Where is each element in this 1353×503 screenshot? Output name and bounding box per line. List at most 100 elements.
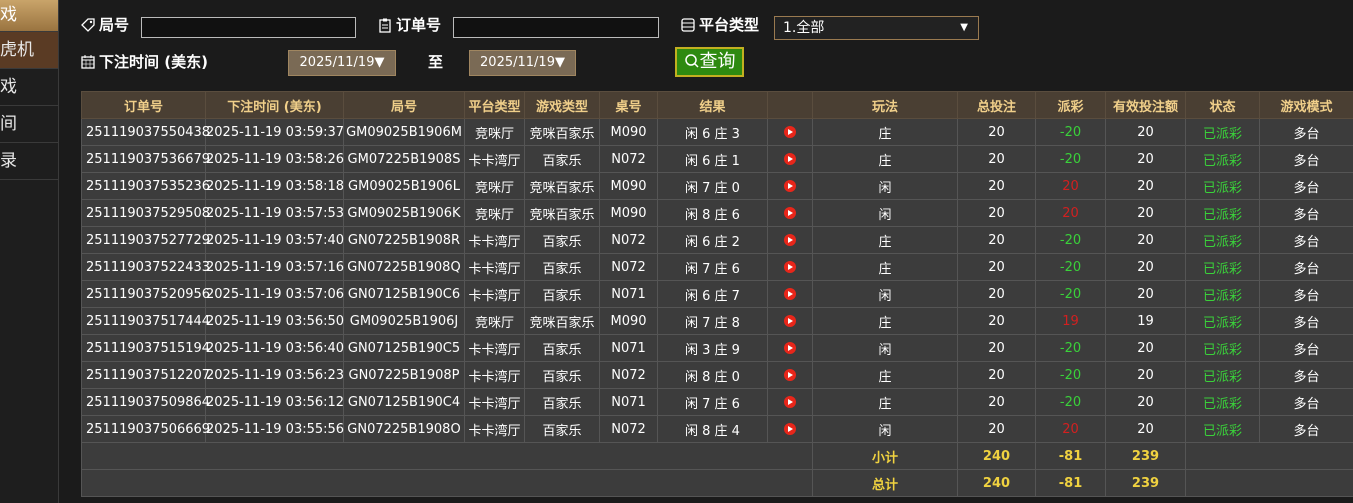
total-bet-cell: 20 bbox=[957, 334, 1036, 362]
platform-cell: 卡卡湾厅 bbox=[464, 361, 525, 389]
play-icon[interactable] bbox=[784, 423, 796, 435]
play-icon[interactable] bbox=[784, 180, 796, 192]
status-cell: 已派彩 bbox=[1185, 280, 1260, 308]
play-icon[interactable] bbox=[784, 396, 796, 408]
game-mode-cell: 多台 bbox=[1259, 172, 1353, 200]
round-id-cell: GN07225B1908R bbox=[343, 226, 465, 254]
play-icon[interactable] bbox=[784, 234, 796, 246]
bet-type-cell: 闲 bbox=[812, 199, 958, 227]
platform-cell: 卡卡湾厅 bbox=[464, 388, 525, 416]
valid-bet-cell: 20 bbox=[1105, 172, 1186, 200]
calendar-icon bbox=[81, 54, 95, 69]
search-icon bbox=[684, 54, 699, 68]
table-row: 251119037522433 2025-11-19 03:57:16 GN0722… bbox=[81, 253, 1353, 281]
bet-time-cell: 2025-11-19 03:56:40 bbox=[205, 334, 344, 362]
play-icon[interactable] bbox=[784, 126, 796, 138]
result-cell: 闲 8 庄 4 bbox=[657, 415, 768, 443]
column-header-7 bbox=[767, 91, 813, 119]
round-id-cell: GN07125B190C6 bbox=[343, 280, 465, 308]
bet-time-cell: 2025-11-19 03:56:23 bbox=[205, 361, 344, 389]
payout-cell: 20 bbox=[1035, 199, 1106, 227]
game-mode-cell: 多台 bbox=[1259, 253, 1353, 281]
valid-bet-cell: 20 bbox=[1105, 226, 1186, 254]
sidebar-item-label: 戏 bbox=[0, 77, 17, 97]
status-cell: 已派彩 bbox=[1185, 307, 1260, 335]
platform-select[interactable]: 1.全部 ▼ bbox=[774, 16, 979, 40]
round-label: 局号 bbox=[80, 14, 129, 35]
game-type-cell: 百家乐 bbox=[524, 280, 600, 308]
summary-filler bbox=[1185, 469, 1353, 497]
play-icon[interactable] bbox=[784, 261, 796, 273]
date-to-picker[interactable]: 2025/11/19▼ bbox=[469, 50, 576, 76]
round-id-cell: GN07225B1908P bbox=[343, 361, 465, 389]
bet-time-cell: 2025-11-19 03:56:50 bbox=[205, 307, 344, 335]
total-bet-cell: 20 bbox=[957, 253, 1036, 281]
game-type-cell: 竞咪百家乐 bbox=[524, 118, 600, 146]
play-icon[interactable] bbox=[784, 288, 796, 300]
platform-cell: 竞咪厅 bbox=[464, 307, 525, 335]
sidebar-item-label: 戏 bbox=[0, 5, 17, 25]
date-from-picker[interactable]: 2025/11/19▼ bbox=[288, 50, 396, 76]
valid-bet-cell: 20 bbox=[1105, 118, 1186, 146]
platform-cell: 卡卡湾厅 bbox=[464, 280, 525, 308]
orders-table-container: 订单号 下注时间 (美东) 局号 平台类型 游戏类型 桌号 结果 玩法 总投注 派彩 有效投注额 状态… bbox=[81, 91, 1353, 497]
sidebar-item-0[interactable]: 戏 bbox=[0, 0, 58, 32]
total-row: 总计 240 -81 239 bbox=[81, 469, 1353, 497]
game-mode-cell: 多台 bbox=[1259, 280, 1353, 308]
total-bet-cell: 20 bbox=[957, 415, 1036, 443]
valid-bet-cell: 20 bbox=[1105, 145, 1186, 173]
replay-cell bbox=[767, 388, 813, 416]
query-button[interactable]: 查询 bbox=[675, 47, 744, 77]
sidebar-item-2[interactable]: 戏 bbox=[0, 69, 58, 106]
summary-payout: -81 bbox=[1035, 469, 1106, 497]
game-mode-cell: 多台 bbox=[1259, 145, 1353, 173]
bet-time-cell: 2025-11-19 03:57:06 bbox=[205, 280, 344, 308]
result-cell: 闲 8 庄 6 bbox=[657, 199, 768, 227]
order-input[interactable] bbox=[453, 17, 659, 38]
result-cell: 闲 3 庄 9 bbox=[657, 334, 768, 362]
play-icon[interactable] bbox=[784, 207, 796, 219]
sidebar-item-label: 录 bbox=[0, 151, 17, 171]
table-row: 251119037517444 2025-11-19 03:56:50 GM0902… bbox=[81, 307, 1353, 335]
round-id-cell: GM09025B1906M bbox=[343, 118, 465, 146]
table-row: 251119037550438 2025-11-19 03:59:37 GM0902… bbox=[81, 118, 1353, 146]
play-icon[interactable] bbox=[784, 342, 796, 354]
valid-bet-cell: 20 bbox=[1105, 388, 1186, 416]
tag-icon bbox=[81, 17, 95, 32]
clipboard-icon bbox=[379, 18, 391, 33]
sidebar-item-4[interactable]: 录 bbox=[0, 143, 58, 180]
platform-cell: 卡卡湾厅 bbox=[464, 145, 525, 173]
table-row: 251119037535236 2025-11-19 03:58:18 GM0902… bbox=[81, 172, 1353, 200]
result-cell: 闲 7 庄 6 bbox=[657, 253, 768, 281]
sidebar-item-3[interactable]: 间 bbox=[0, 106, 58, 143]
table-no-cell: N072 bbox=[599, 361, 658, 389]
table-no-cell: N072 bbox=[599, 226, 658, 254]
order-id-cell: 251119037517444 bbox=[81, 307, 210, 335]
play-icon[interactable] bbox=[784, 369, 796, 381]
play-icon[interactable] bbox=[784, 153, 796, 165]
round-input[interactable] bbox=[141, 17, 356, 38]
bet-type-cell: 庄 bbox=[812, 226, 958, 254]
column-header-0: 订单号 bbox=[81, 91, 206, 119]
table-no-cell: N072 bbox=[599, 415, 658, 443]
game-mode-cell: 多台 bbox=[1259, 334, 1353, 362]
valid-bet-cell: 20 bbox=[1105, 334, 1186, 362]
table-no-cell: M090 bbox=[599, 199, 658, 227]
game-type-cell: 竞咪百家乐 bbox=[524, 172, 600, 200]
platform-cell: 竞咪厅 bbox=[464, 118, 525, 146]
bet-type-cell: 闲 bbox=[812, 280, 958, 308]
result-cell: 闲 8 庄 0 bbox=[657, 361, 768, 389]
round-id-cell: GM09025B1906J bbox=[343, 307, 465, 335]
summary-filler bbox=[81, 442, 813, 470]
bet-time-cell: 2025-11-19 03:56:12 bbox=[205, 388, 344, 416]
replay-cell bbox=[767, 334, 813, 362]
play-icon[interactable] bbox=[784, 315, 796, 327]
platform-cell: 竞咪厅 bbox=[464, 199, 525, 227]
bet-time-cell: 2025-11-19 03:58:26 bbox=[205, 145, 344, 173]
column-header-11: 有效投注额 bbox=[1105, 91, 1186, 119]
chevron-down-icon: ▼ bbox=[960, 22, 968, 33]
sidebar-item-1[interactable]: 虎机 bbox=[0, 32, 58, 69]
table-no-cell: N072 bbox=[599, 145, 658, 173]
round-id-cell: GM09025B1906K bbox=[343, 199, 465, 227]
valid-bet-cell: 20 bbox=[1105, 361, 1186, 389]
